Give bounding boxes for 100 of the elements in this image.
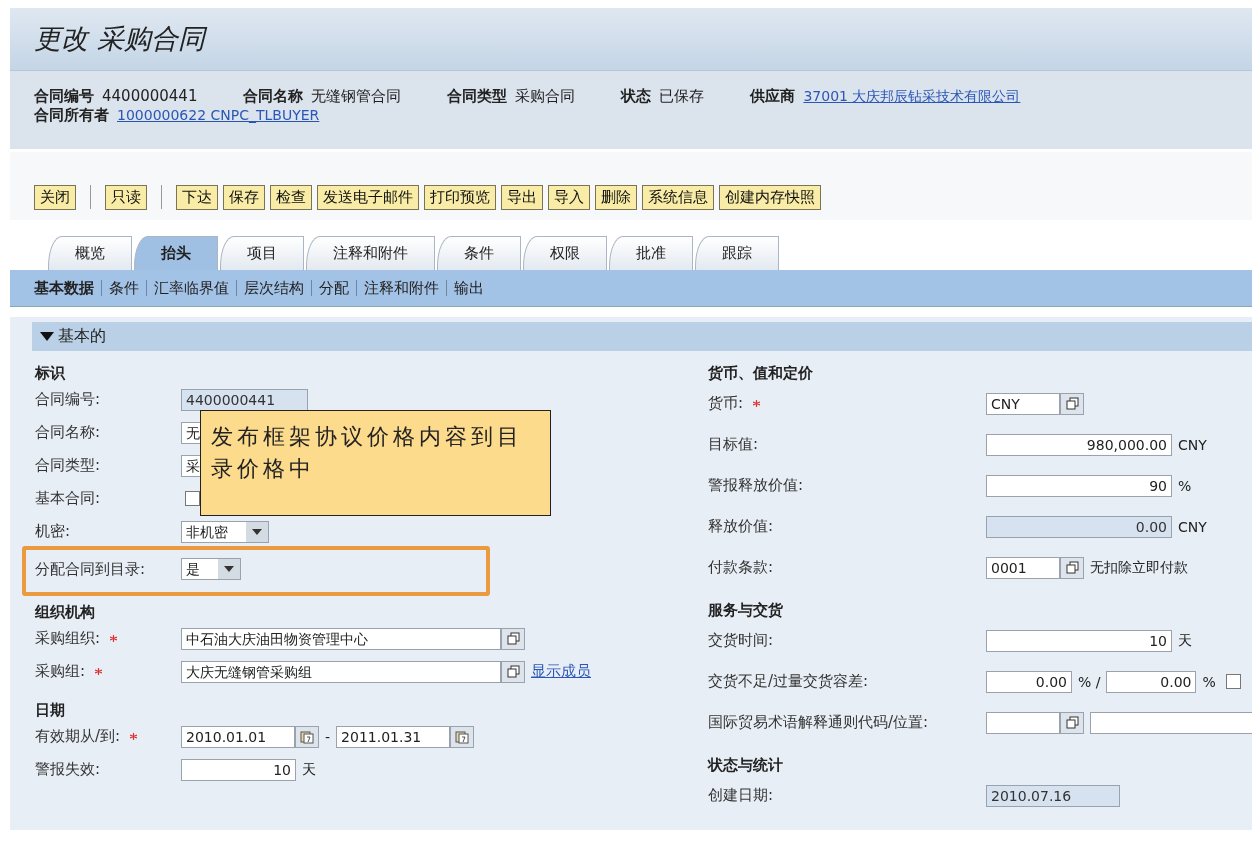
- copy-icon: [506, 632, 520, 645]
- value-help-button[interactable]: [501, 660, 525, 683]
- field-label: 采购组织:: [35, 629, 101, 648]
- section-header[interactable]: 基本的: [32, 322, 1252, 351]
- tab[interactable]: 概览: [48, 236, 132, 270]
- calendar-icon: [455, 729, 470, 744]
- calendar-button[interactable]: [295, 725, 319, 748]
- field-label: 警报释放价值:: [708, 476, 804, 495]
- value-help-button[interactable]: [501, 627, 525, 650]
- input-field[interactable]: 10: [986, 629, 1172, 652]
- group-heading: 状态与统计: [708, 755, 784, 775]
- calendar-icon: [300, 729, 314, 744]
- field-label: 采购组:: [35, 662, 86, 681]
- field-label: 付款条款:: [708, 558, 774, 577]
- value-help-button[interactable]: [1060, 392, 1084, 415]
- value-link[interactable]: 37001 大庆邦辰钻采技术有限公司: [803, 88, 1021, 106]
- input-field[interactable]: 大庆无缝钢管采购组: [181, 660, 501, 683]
- group-heading: 货币、值和定价: [708, 363, 814, 383]
- copy-icon: [1065, 397, 1079, 410]
- show-members-link[interactable]: 显示成员: [531, 662, 591, 681]
- subtab[interactable]: 输出: [454, 278, 484, 298]
- toolbar-button[interactable]: 检查: [270, 184, 312, 210]
- value-help-button[interactable]: [1060, 711, 1084, 734]
- tab[interactable]: 批准: [609, 236, 693, 270]
- tab[interactable]: 注释和附件: [306, 236, 435, 270]
- input-field[interactable]: 0.00: [986, 515, 1172, 538]
- checkbox[interactable]: [1225, 674, 1241, 689]
- field-label: 合同类型:: [35, 456, 101, 475]
- input-field[interactable]: [1090, 711, 1252, 734]
- field-label: 有效期从/到:: [35, 727, 121, 746]
- tab[interactable]: 项目: [220, 236, 304, 270]
- input-field[interactable]: 中石油大庆油田物资管理中心: [181, 627, 501, 650]
- tab[interactable]: 跟踪: [695, 236, 779, 270]
- toolbar-button[interactable]: 关闭: [34, 184, 76, 210]
- value-help-button[interactable]: [1060, 556, 1084, 579]
- subtab[interactable]: 分配: [319, 278, 349, 298]
- tab[interactable]: 权限: [523, 236, 607, 270]
- toolbar-button[interactable]: 导入: [548, 184, 590, 210]
- tab[interactable]: 条件: [437, 236, 521, 270]
- toolbar-button[interactable]: 导出: [501, 184, 543, 210]
- toolbar-button[interactable]: 系统信息: [642, 184, 714, 210]
- dropdown[interactable]: 是: [181, 558, 241, 580]
- field-label: 合同编号:: [35, 390, 101, 409]
- unit-label: 天: [302, 760, 316, 779]
- field-label: 国际贸易术语解释通则代码/位置:: [708, 713, 929, 732]
- input-field[interactable]: 2010.07.16: [986, 784, 1120, 807]
- field-label: 目标值:: [708, 435, 759, 454]
- tab[interactable]: 抬头: [134, 236, 218, 270]
- field-label: 合同名称: [243, 87, 304, 106]
- field-label: 基本合同:: [35, 489, 101, 508]
- input-field[interactable]: 4400000441: [181, 388, 308, 411]
- toolbar-button[interactable]: 下达: [176, 184, 218, 210]
- field-label: 状态: [621, 87, 652, 106]
- field-label: 机密:: [35, 522, 71, 541]
- input-field[interactable]: 2011.01.31: [336, 725, 451, 748]
- unit-label: %: [1202, 673, 1216, 690]
- toolbar-button[interactable]: 打印预览: [424, 184, 496, 210]
- unit-label: 无扣除立即付款: [1090, 558, 1188, 577]
- checkbox[interactable]: [185, 491, 200, 506]
- input-field[interactable]: CNY: [986, 392, 1060, 415]
- group-heading: 标识: [35, 363, 66, 383]
- subtab[interactable]: 条件: [109, 278, 139, 298]
- toolbar-button[interactable]: 发送电子邮件: [317, 184, 419, 210]
- copy-icon: [1065, 561, 1079, 574]
- field-label: 交货不足/过量交货容差:: [708, 672, 869, 691]
- input-field[interactable]: [986, 711, 1060, 734]
- input-field[interactable]: 980,000.00: [986, 433, 1172, 456]
- field-value: 无缝钢管合同: [311, 87, 402, 106]
- toolbar-button[interactable]: 创建内存快照: [719, 184, 821, 210]
- calendar-button[interactable]: [450, 725, 475, 748]
- copy-icon: [1065, 716, 1079, 729]
- field-label: 供应商: [750, 87, 796, 106]
- input-field[interactable]: 0.00: [986, 670, 1072, 693]
- group-heading: 组织机构: [35, 602, 96, 622]
- collapse-icon[interactable]: [40, 332, 54, 341]
- value-link[interactable]: 1000000622 CNPC_TLBUYER: [117, 107, 320, 123]
- subtab[interactable]: 层次结构: [244, 278, 304, 298]
- field-label: 警报失效:: [35, 760, 101, 779]
- toolbar-button[interactable]: 删除: [595, 184, 637, 210]
- field-label: 合同所有者: [34, 106, 109, 125]
- subtab[interactable]: 基本数据: [34, 278, 94, 298]
- toolbar-button[interactable]: 只读: [105, 184, 147, 210]
- unit-label: CNY: [1178, 436, 1207, 453]
- field-label: 合同编号: [34, 87, 94, 106]
- field-label: 合同类型: [447, 87, 508, 106]
- input-field[interactable]: 90: [986, 474, 1172, 497]
- input-field[interactable]: 10: [181, 758, 296, 781]
- copy-icon: [506, 665, 520, 678]
- unit-label: %: [1178, 477, 1192, 494]
- dropdown[interactable]: 非机密: [181, 520, 269, 543]
- unit-label: -: [325, 728, 331, 745]
- input-field[interactable]: 0.00: [1106, 670, 1197, 693]
- callout-tooltip: 发布框架协议价格内容到目录价格中: [200, 410, 551, 516]
- field-value: 已保存: [659, 87, 705, 106]
- subtab[interactable]: 注释和附件: [364, 278, 439, 298]
- toolbar-button[interactable]: 保存: [223, 184, 265, 210]
- input-field[interactable]: 2010.01.01: [181, 725, 295, 748]
- input-field[interactable]: 0001: [986, 556, 1060, 579]
- subtab[interactable]: 汇率临界值: [154, 278, 229, 298]
- field-label: 交货时间:: [708, 631, 774, 650]
